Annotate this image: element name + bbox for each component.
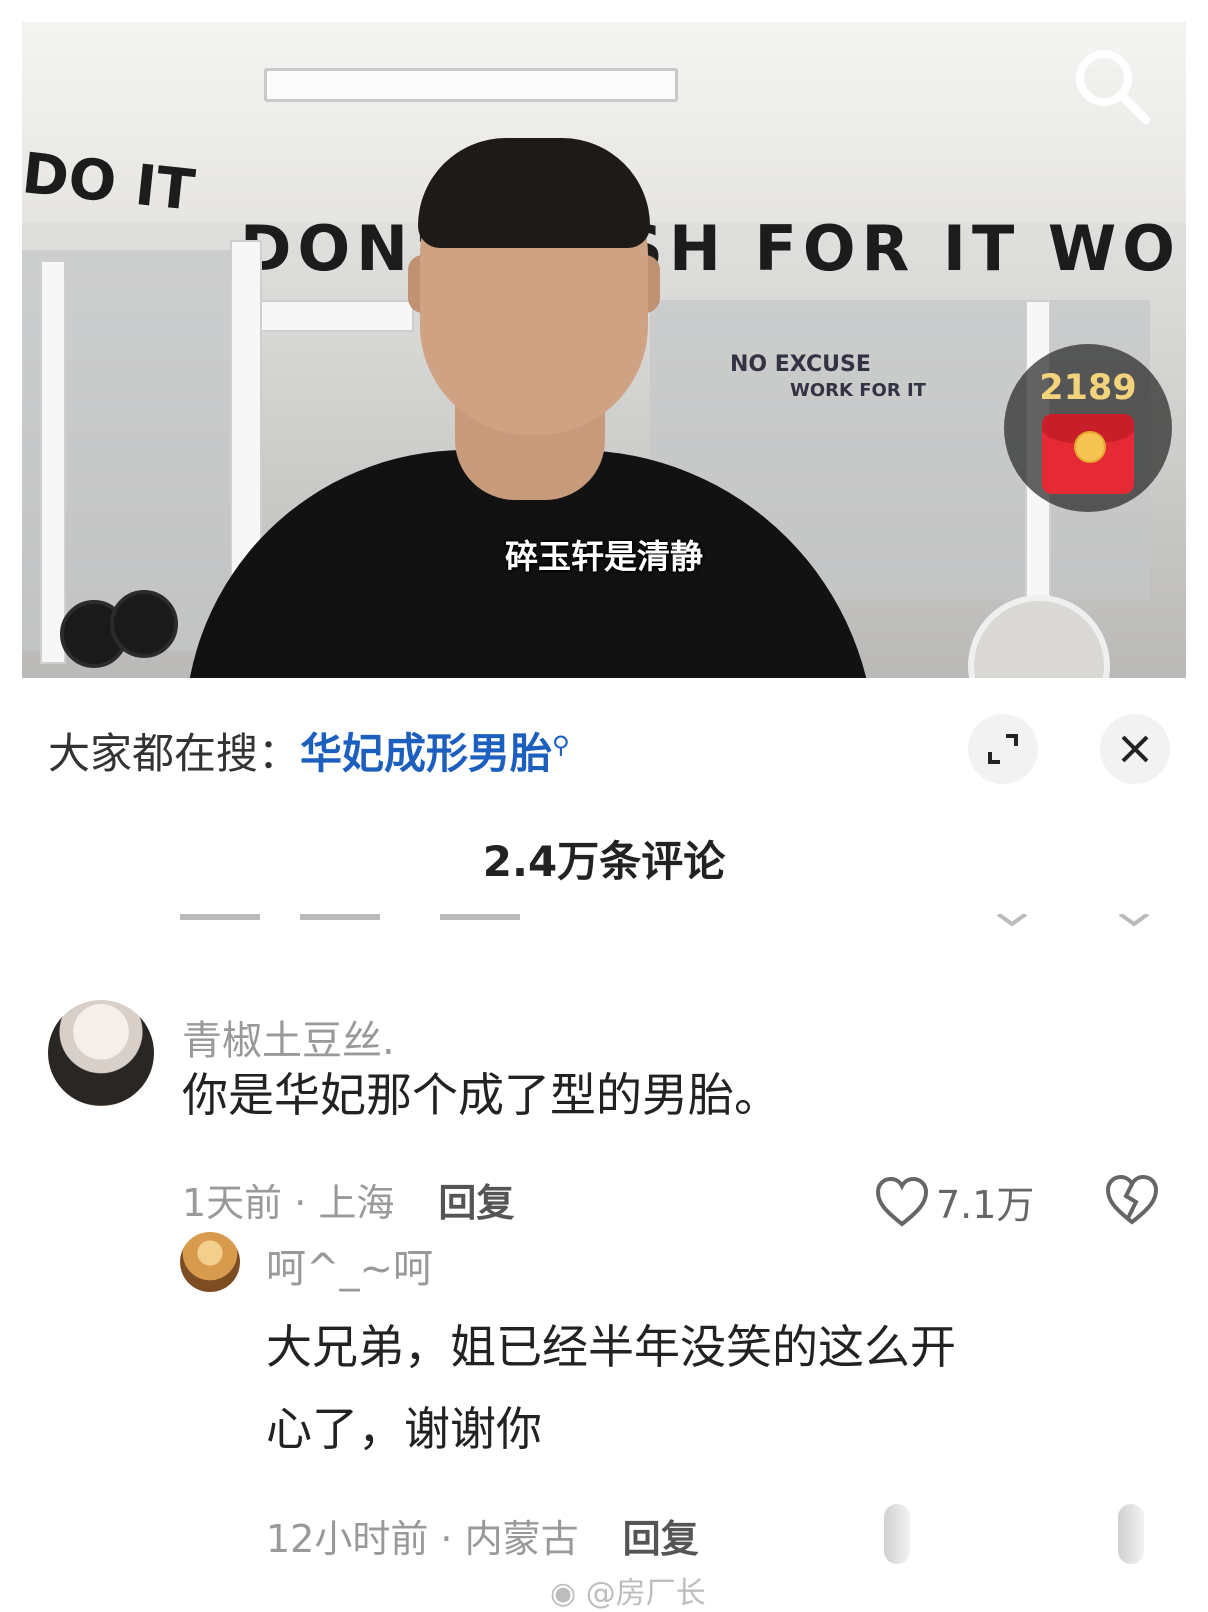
small-search-icon: ⚲ xyxy=(552,731,570,759)
red-packet-icon xyxy=(1042,414,1134,494)
comment-time-location: 12小时前 · 内蒙古 xyxy=(266,1517,579,1561)
expand-icon xyxy=(988,734,1018,764)
reply-button[interactable]: 回复 xyxy=(623,1517,699,1561)
video-player[interactable]: DO IT DON'T WISH FOR IT WO NO EXCUSE WOR… xyxy=(0,0,1208,690)
wall-slogan: DON'T WISH FOR IT WO xyxy=(240,212,1181,285)
hot-search-suggestion[interactable]: 大家都在搜：华妃成形男胎⚲ xyxy=(48,720,570,781)
expand-button[interactable] xyxy=(968,714,1038,784)
frame-border xyxy=(0,0,1208,22)
dislike-button[interactable] xyxy=(1104,1174,1160,1230)
comment-panel: 大家都在搜：华妃成形男胎⚲ 2.4万条评论 青椒土豆丝. 你是华妃那个成了型的男… xyxy=(0,678,1208,1612)
dislike-button-faded[interactable] xyxy=(1118,1504,1144,1564)
red-packet-widget[interactable]: 2189 xyxy=(1004,344,1172,512)
watermark-text: @房厂长 xyxy=(585,1576,706,1611)
like-count: 7.1万 xyxy=(936,1183,1035,1227)
video-subtitle: 碎玉轩是清静 xyxy=(505,537,703,576)
weibo-logo-icon: ◉ xyxy=(550,1576,577,1611)
mirror-sign-1: NO EXCUSE xyxy=(730,352,871,377)
search-icon xyxy=(1076,50,1151,125)
close-icon xyxy=(1121,735,1149,763)
squat-rack-bar xyxy=(260,300,414,332)
hot-search-keyword[interactable]: 华妃成形男胎 xyxy=(300,729,552,778)
close-button[interactable] xyxy=(1100,714,1170,784)
hot-search-label: 大家都在搜： xyxy=(48,729,301,778)
comment-count-title: 2.4万条评论 xyxy=(482,837,726,886)
frame-border xyxy=(1186,0,1208,690)
bumper-plate xyxy=(968,595,1110,690)
comment-meta: 1天前 · 上海 回复 xyxy=(182,1172,514,1227)
comment-time-location: 1天前 · 上海 xyxy=(182,1181,395,1225)
comment-meta: 12小时前 · 内蒙古 回复 xyxy=(266,1508,699,1563)
avatar[interactable] xyxy=(48,1000,154,1106)
frame-border xyxy=(0,0,22,690)
scrolled-comment-remnant xyxy=(0,914,1208,932)
avatar[interactable] xyxy=(180,1232,240,1292)
comment-username[interactable]: 呵^_~呵 xyxy=(266,1236,433,1294)
weibo-watermark: ◉ @房厂长 xyxy=(550,1568,706,1612)
red-packet-count: 2189 xyxy=(1039,368,1137,408)
heart-icon xyxy=(875,1176,929,1227)
like-button[interactable]: 7.1万 xyxy=(874,1174,1034,1229)
comment-text-line: 心了，谢谢你 xyxy=(266,1402,542,1456)
reply-button[interactable]: 回复 xyxy=(438,1181,514,1225)
comment-text-line: 大兄弟，姐已经半年没笑的这么开 xyxy=(266,1320,956,1374)
comment-text: 你是华妃那个成了型的男胎。 xyxy=(182,1068,780,1122)
mirror-sign-2: WORK FOR IT xyxy=(790,380,926,401)
ceiling-light xyxy=(264,68,678,102)
broken-heart-icon xyxy=(1105,1174,1159,1225)
weight-plates xyxy=(60,590,210,670)
search-button[interactable] xyxy=(1066,40,1156,130)
like-button-faded[interactable] xyxy=(884,1504,910,1564)
